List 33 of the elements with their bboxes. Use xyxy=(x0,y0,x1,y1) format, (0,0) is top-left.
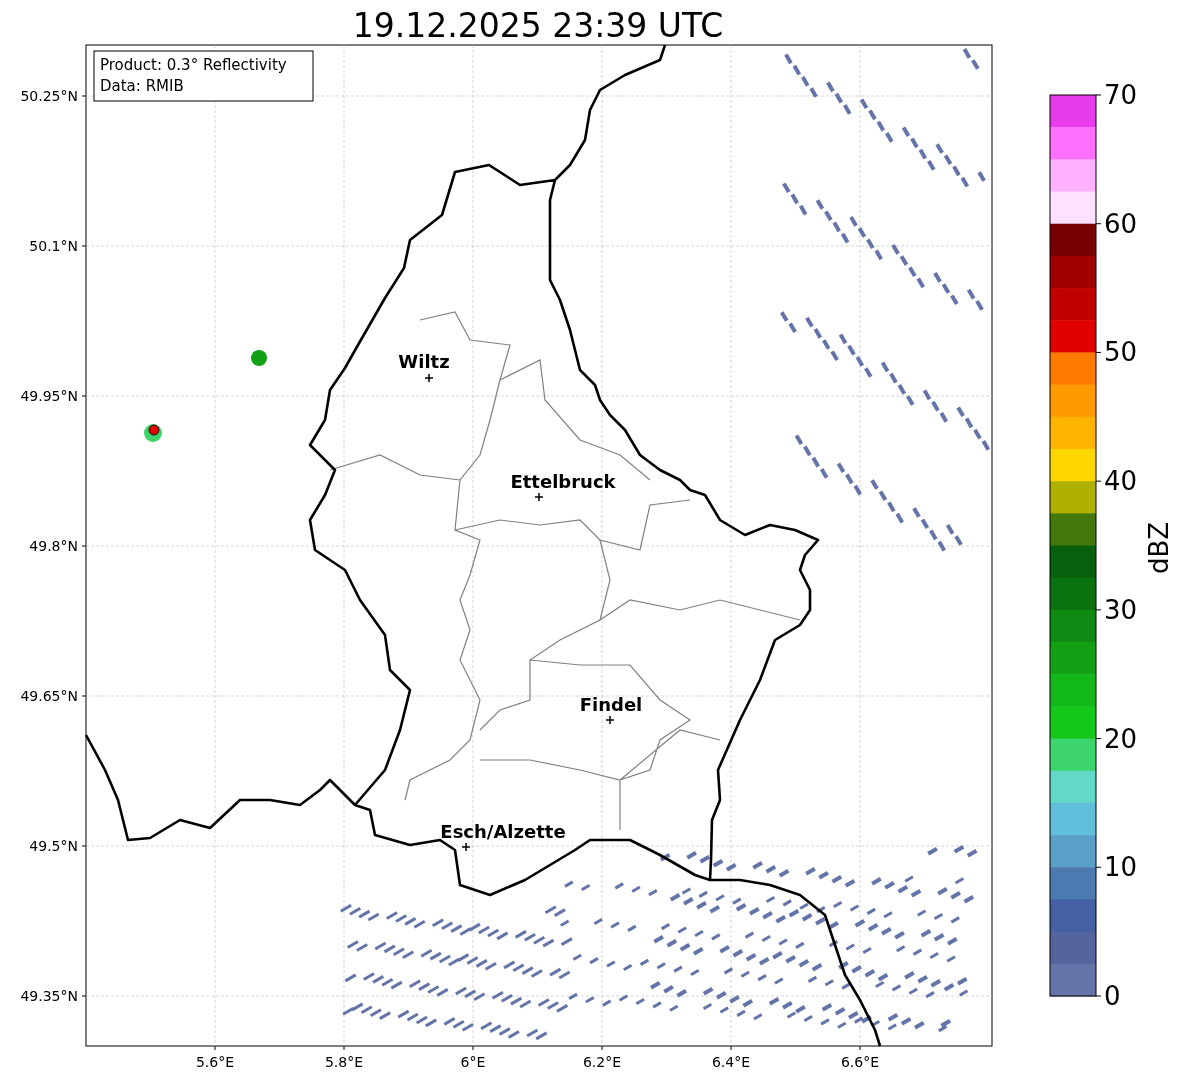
city-label: Findel xyxy=(579,694,643,715)
city-label: Wiltz xyxy=(398,351,450,372)
latitude-label: 49.95°N xyxy=(20,388,78,404)
chart-title: 19.12.2025 23:39 UTC xyxy=(352,6,724,45)
latitude-label: 49.35°N xyxy=(20,988,78,1004)
longitude-label: 6.2°E xyxy=(582,1054,622,1070)
latitude-label: 49.8°N xyxy=(29,538,78,554)
city-label: Ettelbruck xyxy=(510,471,616,492)
longitude-label: 6.6°E xyxy=(840,1054,880,1070)
city-marker-icon xyxy=(605,715,615,725)
colorbar-tick-label: 30 xyxy=(1104,594,1138,625)
longitude-label: 6.4°E xyxy=(711,1054,751,1070)
colorbar-label: dBZ xyxy=(1144,521,1174,575)
colorbar-tick-label: 20 xyxy=(1104,723,1138,754)
city-marker-icon xyxy=(534,492,544,502)
legend-text: Product: 0.3° Reflectivity xyxy=(100,56,287,74)
colorbar-tick-label: 70 xyxy=(1104,80,1138,110)
longitude-label: 6°E xyxy=(460,1054,486,1070)
city-marker-icon xyxy=(461,842,471,852)
legend-text: Data: RMIB xyxy=(100,77,184,95)
colorbar-tick-label: 0 xyxy=(1104,981,1121,1011)
colorbar-tick-label: 40 xyxy=(1104,466,1138,497)
city-label: Esch/Alzette xyxy=(440,821,566,842)
latitude-label: 49.65°N xyxy=(20,688,78,704)
latitude-label: 50.1°N xyxy=(29,238,78,254)
city-marker-icon xyxy=(424,373,434,383)
colorbar-tick-label: 50 xyxy=(1104,337,1138,368)
colorbar-tick-label: 10 xyxy=(1104,852,1138,883)
latitude-label: 49.5°N xyxy=(29,838,78,854)
latitude-label: 50.25°N xyxy=(20,88,78,104)
longitude-label: 5.8°E xyxy=(324,1054,364,1070)
longitude-label: 5.6°E xyxy=(195,1054,235,1070)
colorbar-tick-label: 60 xyxy=(1104,208,1138,239)
